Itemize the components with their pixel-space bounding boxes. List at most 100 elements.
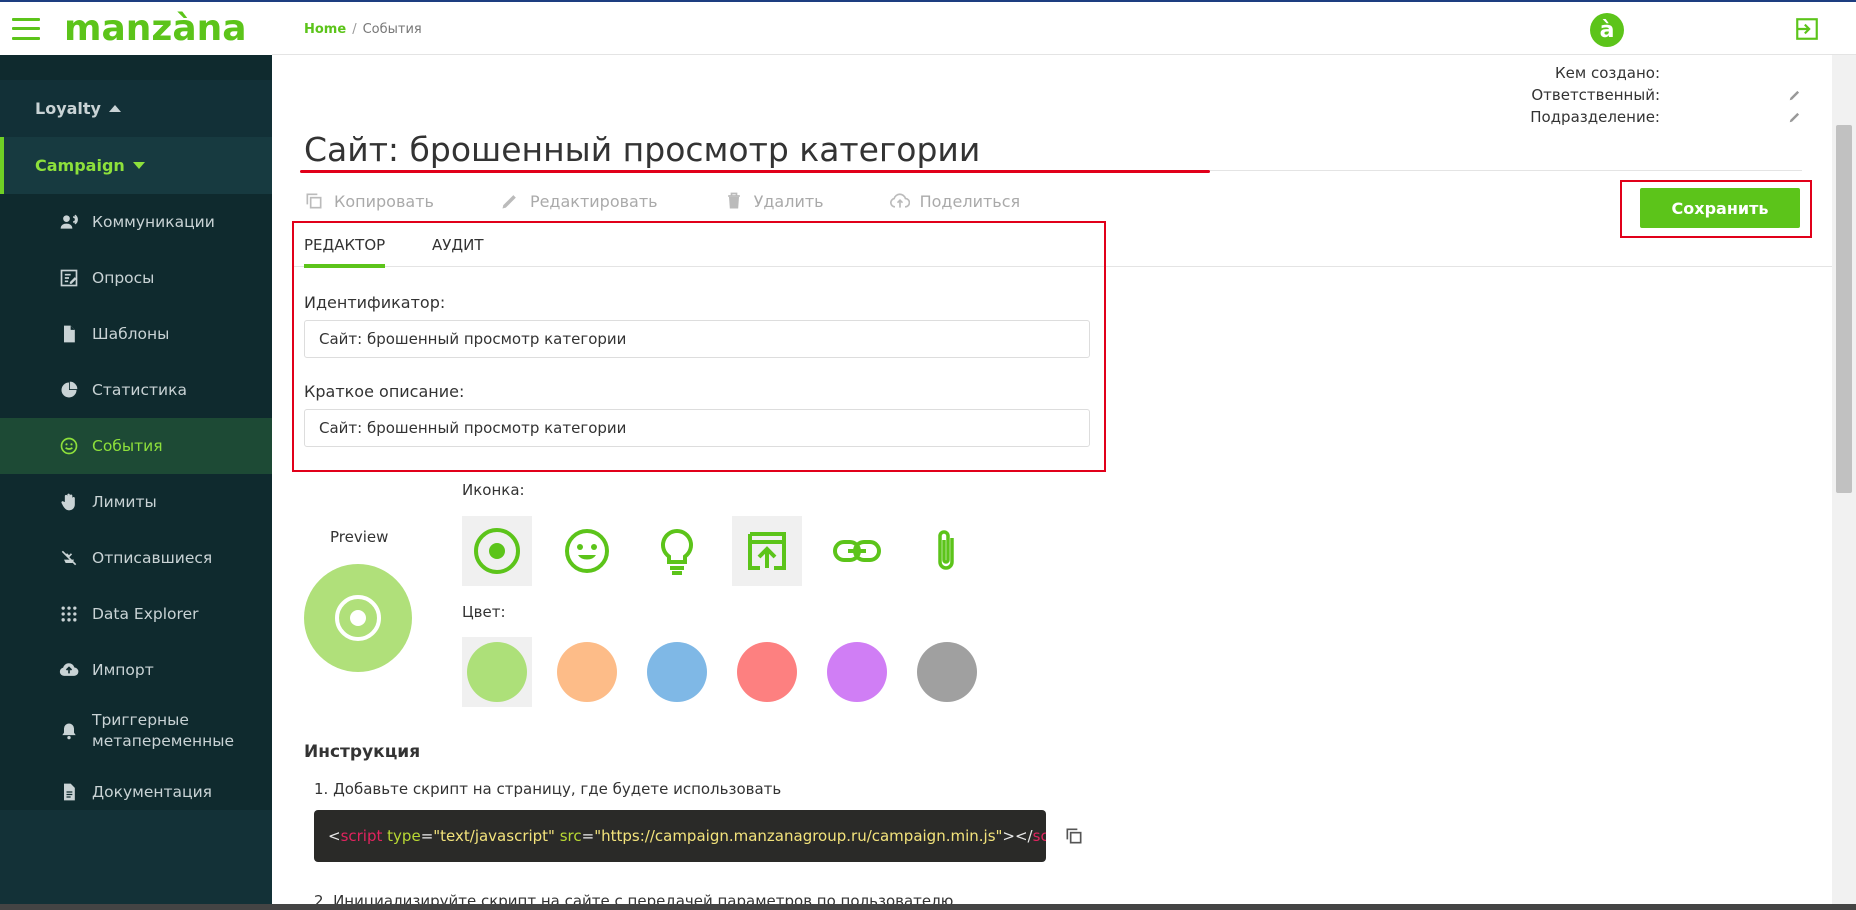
sidebar-item-limits[interactable]: Лимиты bbox=[0, 474, 272, 530]
edit-button[interactable]: Редактировать bbox=[500, 191, 658, 211]
code-value-src: "https://campaign.manzanagroup.ru/campai… bbox=[594, 827, 1003, 845]
sidebar-item-templates[interactable]: Шаблоны bbox=[0, 306, 272, 362]
toolbar: Копировать Редактировать Удалить Поделит… bbox=[304, 191, 1086, 211]
breadcrumb-separator: / bbox=[352, 22, 357, 37]
doc-icon bbox=[58, 781, 80, 803]
sidebar-header: manzàna bbox=[0, 0, 272, 55]
sidebar-item-communications[interactable]: Коммуникации bbox=[0, 194, 272, 250]
color-swatch bbox=[917, 642, 977, 702]
sidebar-item-label-line1: Триггерные bbox=[92, 711, 189, 729]
color-option-orange[interactable] bbox=[552, 637, 622, 707]
vertical-scrollbar[interactable] bbox=[1832, 55, 1856, 910]
breadcrumb: Home / События bbox=[304, 22, 422, 37]
scrollbar-thumb[interactable] bbox=[1836, 125, 1852, 493]
breadcrumb-home[interactable]: Home bbox=[304, 22, 346, 37]
trash-icon bbox=[727, 192, 740, 209]
sidebar-item-statistics[interactable]: Статистика bbox=[0, 362, 272, 418]
color-swatch bbox=[827, 642, 887, 702]
sidebar-item-unsubscribed[interactable]: Отписавшиеся bbox=[0, 530, 272, 586]
icon-option-paperclip[interactable] bbox=[912, 516, 982, 586]
color-swatch bbox=[647, 642, 707, 702]
color-option-gray[interactable] bbox=[912, 637, 982, 707]
page-title[interactable]: Сайт: брошенный просмотр категории bbox=[304, 130, 980, 169]
edit-responsible-icon[interactable] bbox=[1788, 88, 1802, 102]
sidebar-item-label: Отписавшиеся bbox=[92, 549, 213, 567]
title-highlight-underline bbox=[300, 170, 1210, 173]
caret-up-icon bbox=[108, 105, 121, 112]
sidebar-item-label: Коммуникации bbox=[92, 213, 215, 231]
unsubscribe-icon bbox=[58, 547, 80, 569]
pie-chart-icon bbox=[58, 379, 80, 401]
copy-icon bbox=[306, 193, 322, 209]
bell-icon bbox=[58, 720, 80, 742]
code-lt: < bbox=[328, 827, 341, 845]
color-swatch bbox=[737, 642, 797, 702]
icon-option-target[interactable] bbox=[462, 516, 532, 586]
copy-label: Копировать bbox=[334, 191, 434, 211]
icon-option-open-in-browser[interactable] bbox=[732, 516, 802, 586]
code-attr-type: type bbox=[387, 827, 421, 845]
breadcrumb-current: События bbox=[362, 22, 422, 37]
lightbulb-icon bbox=[661, 528, 693, 575]
caret-down-icon bbox=[132, 162, 145, 169]
hamburger-menu-icon[interactable] bbox=[12, 17, 40, 40]
created-by-label: Кем создано: bbox=[1555, 64, 1660, 82]
sidebar-item-label-line2: метапеременные bbox=[92, 732, 235, 750]
color-option-red[interactable] bbox=[732, 637, 802, 707]
icon-option-lightbulb[interactable] bbox=[642, 516, 712, 586]
copy-code-icon[interactable] bbox=[1064, 826, 1084, 846]
logout-icon[interactable] bbox=[1794, 16, 1820, 42]
sidebar-group-label: Loyalty bbox=[35, 99, 101, 118]
icon-option-link[interactable] bbox=[822, 516, 892, 586]
code-tag-close: script bbox=[1032, 827, 1046, 845]
sidebar-item-trigger-metavariables[interactable]: Триггерные метапеременные bbox=[0, 698, 272, 764]
sidebar-item-data-explorer[interactable]: Data Explorer bbox=[0, 586, 272, 642]
sidebar: manzàna Loyalty Campaign Коммуникации Оп… bbox=[0, 0, 272, 910]
color-picker bbox=[462, 637, 1002, 707]
target-icon bbox=[474, 528, 520, 574]
smiley-icon bbox=[565, 529, 609, 573]
color-option-green[interactable] bbox=[462, 637, 532, 707]
sidebar-item-import[interactable]: Импорт bbox=[0, 642, 272, 698]
paperclip-icon bbox=[938, 530, 954, 570]
sidebar-group-loyalty[interactable]: Loyalty bbox=[0, 80, 272, 137]
code-snippet[interactable]: < script type = "text/javascript" src = "http… bbox=[314, 810, 1046, 862]
instruction-title: Инструкция bbox=[304, 742, 421, 762]
sidebar-item-label: Документация bbox=[92, 783, 212, 801]
cloud-share-icon bbox=[889, 193, 910, 208]
code-close: ></ bbox=[1002, 827, 1033, 845]
color-label: Цвет: bbox=[462, 603, 506, 621]
instruction-step-1: 1. Добавьте скрипт на страницу, где буде… bbox=[314, 780, 782, 798]
color-option-blue[interactable] bbox=[642, 637, 712, 707]
edit-division-icon[interactable] bbox=[1788, 110, 1802, 124]
save-button[interactable]: Сохранить bbox=[1640, 188, 1800, 228]
icon-option-smiley[interactable] bbox=[552, 516, 622, 586]
horizontal-scrollbar[interactable] bbox=[0, 904, 1856, 910]
color-swatch bbox=[467, 642, 527, 702]
avatar[interactable]: à bbox=[1590, 13, 1624, 47]
sidebar-item-events[interactable]: События bbox=[0, 418, 272, 474]
sidebar-item-label: Лимиты bbox=[92, 493, 157, 511]
sidebar-group-campaign[interactable]: Campaign bbox=[0, 137, 272, 194]
icon-picker bbox=[462, 516, 1002, 586]
icon-label: Иконка: bbox=[462, 481, 525, 499]
edit-label: Редактировать bbox=[529, 191, 658, 211]
smiley-icon bbox=[58, 435, 80, 457]
cloud-upload-icon bbox=[58, 659, 80, 681]
top-header: Home / События à bbox=[272, 0, 1856, 55]
code-eq: = bbox=[581, 827, 595, 845]
grid-icon bbox=[58, 603, 80, 625]
delete-button[interactable]: Удалить bbox=[724, 191, 824, 211]
code-value-type: "text/javascript" bbox=[433, 827, 555, 845]
sidebar-item-label: Шаблоны bbox=[92, 325, 170, 343]
sidebar-item-label: Импорт bbox=[92, 661, 154, 679]
sidebar-group-label: Campaign bbox=[35, 156, 125, 175]
sidebar-item-surveys[interactable]: Опросы bbox=[0, 250, 272, 306]
sidebar-item-documentation[interactable]: Документация bbox=[0, 764, 272, 820]
copy-button[interactable]: Копировать bbox=[304, 191, 434, 211]
color-option-purple[interactable] bbox=[822, 637, 892, 707]
sidebar-nav: Loyalty Campaign Коммуникации Опросы Шаб… bbox=[0, 55, 272, 810]
meta-info: Кем создано: Ответственный: Подразделени… bbox=[1530, 62, 1802, 128]
main-content: Кем создано: Ответственный: Подразделени… bbox=[272, 56, 1844, 910]
share-button[interactable]: Поделиться bbox=[889, 191, 1020, 211]
